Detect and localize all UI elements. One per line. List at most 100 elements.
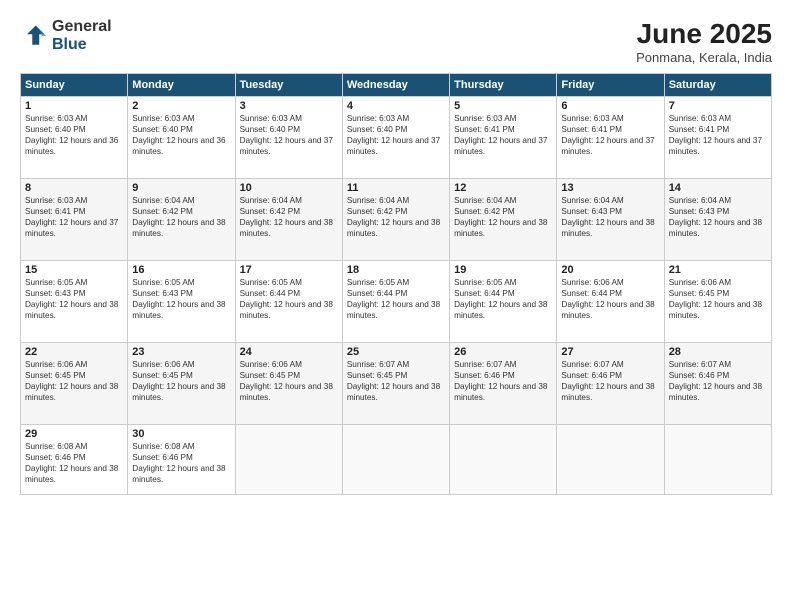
day-info: Sunrise: 6:04 AMSunset: 6:42 PMDaylight:… — [240, 195, 338, 239]
day-info: Sunrise: 6:06 AMSunset: 6:44 PMDaylight:… — [561, 277, 659, 321]
col-tuesday: Tuesday — [235, 74, 342, 97]
day-info: Sunrise: 6:04 AMSunset: 6:43 PMDaylight:… — [561, 195, 659, 239]
day-info: Sunrise: 6:03 AMSunset: 6:41 PMDaylight:… — [454, 113, 552, 157]
day-number: 6 — [561, 100, 659, 112]
day-info: Sunrise: 6:06 AMSunset: 6:45 PMDaylight:… — [240, 359, 338, 403]
table-row: 8Sunrise: 6:03 AMSunset: 6:41 PMDaylight… — [21, 179, 128, 261]
table-row — [450, 425, 557, 495]
day-number: 9 — [132, 182, 230, 194]
calendar: Sunday Monday Tuesday Wednesday Thursday… — [20, 73, 772, 495]
day-number: 4 — [347, 100, 445, 112]
table-row: 2Sunrise: 6:03 AMSunset: 6:40 PMDaylight… — [128, 97, 235, 179]
table-row: 14Sunrise: 6:04 AMSunset: 6:43 PMDayligh… — [664, 179, 771, 261]
day-info: Sunrise: 6:03 AMSunset: 6:40 PMDaylight:… — [132, 113, 230, 157]
day-number: 24 — [240, 346, 338, 358]
day-info: Sunrise: 6:03 AMSunset: 6:40 PMDaylight:… — [347, 113, 445, 157]
day-info: Sunrise: 6:06 AMSunset: 6:45 PMDaylight:… — [132, 359, 230, 403]
day-info: Sunrise: 6:05 AMSunset: 6:43 PMDaylight:… — [25, 277, 123, 321]
calendar-week-row: 1Sunrise: 6:03 AMSunset: 6:40 PMDaylight… — [21, 97, 772, 179]
day-number: 27 — [561, 346, 659, 358]
day-info: Sunrise: 6:03 AMSunset: 6:40 PMDaylight:… — [25, 113, 123, 157]
day-number: 30 — [132, 428, 230, 440]
logo-icon — [20, 22, 48, 50]
table-row: 6Sunrise: 6:03 AMSunset: 6:41 PMDaylight… — [557, 97, 664, 179]
logo-general: General — [52, 18, 112, 36]
day-info: Sunrise: 6:08 AMSunset: 6:46 PMDaylight:… — [25, 441, 123, 485]
table-row: 23Sunrise: 6:06 AMSunset: 6:45 PMDayligh… — [128, 343, 235, 425]
day-info: Sunrise: 6:07 AMSunset: 6:46 PMDaylight:… — [561, 359, 659, 403]
day-number: 26 — [454, 346, 552, 358]
table-row: 26Sunrise: 6:07 AMSunset: 6:46 PMDayligh… — [450, 343, 557, 425]
day-info: Sunrise: 6:08 AMSunset: 6:46 PMDaylight:… — [132, 441, 230, 485]
logo-blue: Blue — [52, 36, 112, 54]
day-info: Sunrise: 6:06 AMSunset: 6:45 PMDaylight:… — [669, 277, 767, 321]
col-monday: Monday — [128, 74, 235, 97]
table-row: 27Sunrise: 6:07 AMSunset: 6:46 PMDayligh… — [557, 343, 664, 425]
col-thursday: Thursday — [450, 74, 557, 97]
day-number: 3 — [240, 100, 338, 112]
day-number: 29 — [25, 428, 123, 440]
day-number: 12 — [454, 182, 552, 194]
table-row: 3Sunrise: 6:03 AMSunset: 6:40 PMDaylight… — [235, 97, 342, 179]
table-row: 18Sunrise: 6:05 AMSunset: 6:44 PMDayligh… — [342, 261, 449, 343]
day-number: 8 — [25, 182, 123, 194]
day-info: Sunrise: 6:03 AMSunset: 6:40 PMDaylight:… — [240, 113, 338, 157]
table-row: 30Sunrise: 6:08 AMSunset: 6:46 PMDayligh… — [128, 425, 235, 495]
table-row: 13Sunrise: 6:04 AMSunset: 6:43 PMDayligh… — [557, 179, 664, 261]
day-number: 28 — [669, 346, 767, 358]
calendar-week-row: 8Sunrise: 6:03 AMSunset: 6:41 PMDaylight… — [21, 179, 772, 261]
day-info: Sunrise: 6:05 AMSunset: 6:44 PMDaylight:… — [347, 277, 445, 321]
day-number: 23 — [132, 346, 230, 358]
day-number: 18 — [347, 264, 445, 276]
day-info: Sunrise: 6:07 AMSunset: 6:46 PMDaylight:… — [669, 359, 767, 403]
calendar-week-row: 29Sunrise: 6:08 AMSunset: 6:46 PMDayligh… — [21, 425, 772, 495]
col-saturday: Saturday — [664, 74, 771, 97]
page: General Blue June 2025 Ponmana, Kerala, … — [0, 0, 792, 612]
day-info: Sunrise: 6:07 AMSunset: 6:45 PMDaylight:… — [347, 359, 445, 403]
table-row: 15Sunrise: 6:05 AMSunset: 6:43 PMDayligh… — [21, 261, 128, 343]
day-info: Sunrise: 6:07 AMSunset: 6:46 PMDaylight:… — [454, 359, 552, 403]
col-sunday: Sunday — [21, 74, 128, 97]
day-number: 13 — [561, 182, 659, 194]
day-number: 19 — [454, 264, 552, 276]
day-info: Sunrise: 6:04 AMSunset: 6:42 PMDaylight:… — [347, 195, 445, 239]
table-row — [664, 425, 771, 495]
table-row: 19Sunrise: 6:05 AMSunset: 6:44 PMDayligh… — [450, 261, 557, 343]
calendar-header-row: Sunday Monday Tuesday Wednesday Thursday… — [21, 74, 772, 97]
logo-text: General Blue — [52, 18, 112, 53]
day-info: Sunrise: 6:03 AMSunset: 6:41 PMDaylight:… — [669, 113, 767, 157]
table-row: 16Sunrise: 6:05 AMSunset: 6:43 PMDayligh… — [128, 261, 235, 343]
day-number: 17 — [240, 264, 338, 276]
table-row: 12Sunrise: 6:04 AMSunset: 6:42 PMDayligh… — [450, 179, 557, 261]
day-info: Sunrise: 6:05 AMSunset: 6:44 PMDaylight:… — [240, 277, 338, 321]
day-info: Sunrise: 6:05 AMSunset: 6:44 PMDaylight:… — [454, 277, 552, 321]
location: Ponmana, Kerala, India — [636, 50, 772, 65]
table-row: 21Sunrise: 6:06 AMSunset: 6:45 PMDayligh… — [664, 261, 771, 343]
calendar-week-row: 15Sunrise: 6:05 AMSunset: 6:43 PMDayligh… — [21, 261, 772, 343]
table-row: 17Sunrise: 6:05 AMSunset: 6:44 PMDayligh… — [235, 261, 342, 343]
table-row: 22Sunrise: 6:06 AMSunset: 6:45 PMDayligh… — [21, 343, 128, 425]
day-number: 25 — [347, 346, 445, 358]
day-info: Sunrise: 6:05 AMSunset: 6:43 PMDaylight:… — [132, 277, 230, 321]
day-number: 22 — [25, 346, 123, 358]
day-number: 5 — [454, 100, 552, 112]
table-row: 4Sunrise: 6:03 AMSunset: 6:40 PMDaylight… — [342, 97, 449, 179]
table-row: 9Sunrise: 6:04 AMSunset: 6:42 PMDaylight… — [128, 179, 235, 261]
table-row: 10Sunrise: 6:04 AMSunset: 6:42 PMDayligh… — [235, 179, 342, 261]
day-number: 11 — [347, 182, 445, 194]
day-info: Sunrise: 6:04 AMSunset: 6:43 PMDaylight:… — [669, 195, 767, 239]
month-title: June 2025 — [636, 18, 772, 50]
day-info: Sunrise: 6:04 AMSunset: 6:42 PMDaylight:… — [454, 195, 552, 239]
table-row: 28Sunrise: 6:07 AMSunset: 6:46 PMDayligh… — [664, 343, 771, 425]
day-number: 10 — [240, 182, 338, 194]
table-row — [235, 425, 342, 495]
day-number: 14 — [669, 182, 767, 194]
day-number: 20 — [561, 264, 659, 276]
col-wednesday: Wednesday — [342, 74, 449, 97]
day-number: 7 — [669, 100, 767, 112]
day-info: Sunrise: 6:04 AMSunset: 6:42 PMDaylight:… — [132, 195, 230, 239]
header: General Blue June 2025 Ponmana, Kerala, … — [20, 18, 772, 65]
day-number: 15 — [25, 264, 123, 276]
title-block: June 2025 Ponmana, Kerala, India — [636, 18, 772, 65]
day-number: 21 — [669, 264, 767, 276]
